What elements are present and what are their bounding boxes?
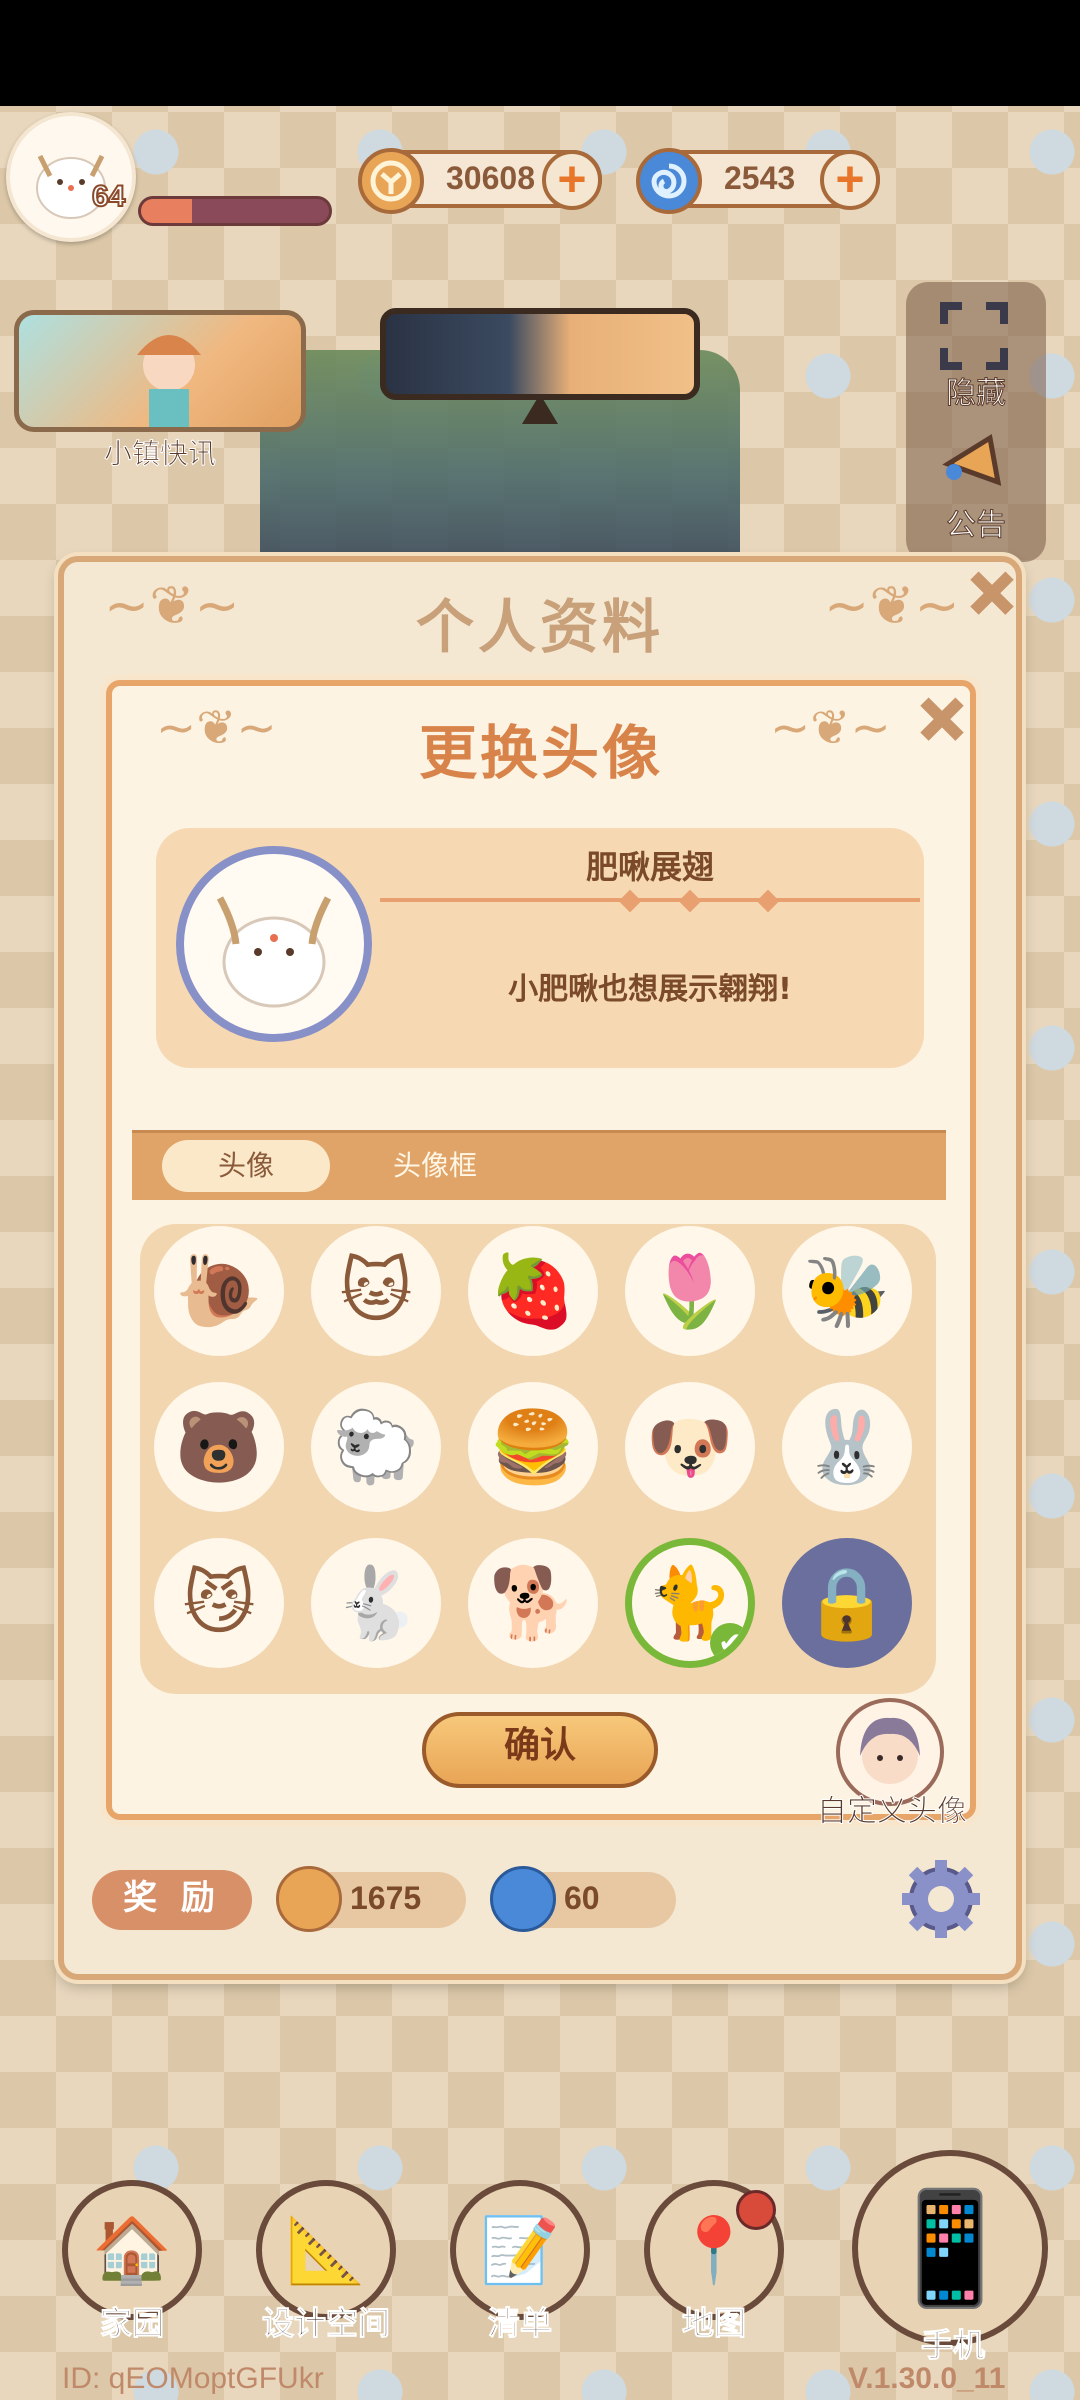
coin-icon bbox=[276, 1866, 342, 1932]
tab-avatar[interactable]: 头像 bbox=[162, 1140, 330, 1192]
reward-coins: 1675 bbox=[276, 1866, 466, 1932]
expand-frame-icon bbox=[940, 302, 1008, 370]
avatar-option[interactable]: 🌷 bbox=[625, 1226, 755, 1356]
settings-button[interactable] bbox=[898, 1856, 984, 1942]
day-night-pointer bbox=[522, 394, 558, 424]
gear-icon bbox=[902, 1860, 980, 1938]
strawberry-icon: 🍓 bbox=[489, 1249, 577, 1332]
bunny-icon: 🐰 bbox=[803, 1405, 891, 1488]
reward-gems-amount: 60 bbox=[564, 1880, 600, 1916]
add-coins-button[interactable]: + bbox=[542, 150, 602, 210]
avatar-option[interactable]: 🐻 bbox=[154, 1382, 284, 1512]
nav-label: 地图 bbox=[681, 2304, 746, 2343]
bat-cat-icon: 😼 bbox=[182, 1562, 256, 1644]
lock-icon: 🔒 bbox=[803, 1561, 891, 1644]
app-version: V.1.30.0_11 bbox=[848, 2362, 1006, 2395]
confirm-button[interactable]: 确认 bbox=[422, 1712, 658, 1788]
list-icon: 📝 bbox=[480, 2213, 560, 2288]
coin-amount: 30608 bbox=[446, 160, 535, 196]
profile-close-button[interactable]: ✕ bbox=[964, 559, 1020, 630]
coin-icon bbox=[358, 148, 424, 214]
coin-counter: 30608 + bbox=[358, 148, 602, 214]
phone-icon: 📱 bbox=[881, 2183, 1019, 2312]
avatar-option[interactable]: 🐱 bbox=[311, 1226, 441, 1356]
check-icon: ✔ bbox=[710, 1623, 748, 1661]
ornament-right-icon: ~❦~ bbox=[770, 700, 891, 756]
swirl-gem-icon bbox=[490, 1866, 556, 1932]
xp-bar bbox=[138, 196, 332, 226]
puppy-icon: 🐶 bbox=[646, 1405, 734, 1488]
day-night-indicator bbox=[380, 308, 700, 400]
announcement-label: 公告 bbox=[946, 508, 1007, 544]
selected-avatar-preview bbox=[176, 846, 372, 1042]
xp-bar-fill bbox=[141, 199, 192, 223]
ornament-right-icon: ~❦~ bbox=[824, 574, 960, 637]
add-gems-button[interactable]: + bbox=[820, 150, 880, 210]
avatar-option[interactable]: 😼 bbox=[154, 1538, 284, 1668]
reward-label: 奖 励 bbox=[92, 1870, 252, 1930]
bird-avatar-icon bbox=[36, 154, 106, 219]
avatar-option[interactable]: 🐝 bbox=[782, 1226, 912, 1356]
tulip-icon: 🌷 bbox=[646, 1249, 734, 1332]
avatar-option[interactable]: 🔒 bbox=[782, 1538, 912, 1668]
custom-avatar-label: 自定义头像 bbox=[817, 1794, 968, 1830]
avatar-option[interactable]: 🐑 bbox=[311, 1382, 441, 1512]
news-girl-icon bbox=[137, 335, 201, 427]
tab-avatar-frame[interactable]: 头像框 bbox=[360, 1140, 510, 1192]
avatar-option[interactable]: 🐇 bbox=[311, 1538, 441, 1668]
reward-gems: 60 bbox=[490, 1866, 676, 1932]
reward-coins-amount: 1675 bbox=[350, 1880, 422, 1916]
gem-counter: 2543 + bbox=[636, 148, 880, 214]
avatar-option[interactable]: 🐌 bbox=[154, 1226, 284, 1356]
avatar-option[interactable]: 🐰 bbox=[782, 1382, 912, 1512]
change-avatar-close-button[interactable]: ✕ bbox=[914, 685, 970, 756]
avatar-grid: 🐌 🐱 🍓 🌷 🐝 🐻 🐑 🍔 🐶 🐰 😼 🐇 🐕 🐈 ✔ 🔒 bbox=[140, 1224, 936, 1694]
town-news-widget[interactable] bbox=[14, 310, 306, 432]
town-news-label: 小镇快讯 bbox=[103, 437, 216, 471]
nav-label: 设计空间 bbox=[261, 2304, 390, 2343]
avatar-option[interactable]: 🐶 bbox=[625, 1382, 755, 1512]
megaphone-icon bbox=[942, 433, 1002, 486]
design-icon: 📐 bbox=[286, 2213, 366, 2288]
avatar-option[interactable]: 🍓 bbox=[468, 1226, 598, 1356]
swirl-gem-icon bbox=[636, 148, 702, 214]
nav-label: 家园 bbox=[99, 2304, 164, 2343]
status-bar bbox=[0, 0, 1080, 106]
burger-icon: 🍔 bbox=[489, 1405, 577, 1488]
map-notification-dot bbox=[736, 2190, 776, 2230]
player-id: ID: qEOMoptGFUkr bbox=[62, 2362, 324, 2395]
bear-icon: 🐻 bbox=[175, 1405, 263, 1488]
avatar-option[interactable]: 🐕 bbox=[468, 1538, 598, 1668]
bird-avatar-icon bbox=[216, 896, 332, 1008]
bee-icon: 🐝 bbox=[803, 1249, 891, 1332]
ornament-left-icon: ~❦~ bbox=[104, 574, 240, 637]
nav-phone-button[interactable]: 📱 bbox=[852, 2150, 1048, 2346]
snail-icon: 🐌 bbox=[175, 1249, 263, 1332]
nav-label: 手机 bbox=[920, 2326, 985, 2365]
avatar-option[interactable]: 🐈 ✔ bbox=[625, 1538, 755, 1668]
player-level: 64 bbox=[91, 179, 126, 214]
nav-label: 清单 bbox=[487, 2304, 552, 2343]
ornament-left-icon: ~❦~ bbox=[156, 700, 277, 756]
name-divider bbox=[380, 898, 920, 902]
selected-avatar-name: 肥啾展翅 bbox=[585, 848, 714, 886]
gem-amount: 2543 bbox=[724, 160, 796, 196]
dog-sunglasses-icon: 🐕 bbox=[489, 1561, 577, 1644]
hide-label: 隐藏 bbox=[946, 376, 1007, 412]
sheep-icon: 🐑 bbox=[332, 1405, 420, 1488]
announcement-button[interactable] bbox=[934, 420, 1018, 504]
white-rabbit-icon: 🐇 bbox=[332, 1561, 420, 1644]
avatar-option[interactable]: 🍔 bbox=[468, 1382, 598, 1512]
player-avatar[interactable] bbox=[6, 112, 136, 242]
home-icon: 🏠 bbox=[92, 2213, 172, 2288]
gray-cat-icon: 🐱 bbox=[339, 1250, 413, 1332]
selected-avatar-description: 小肥啾也想展示翱翔! bbox=[508, 972, 792, 1007]
